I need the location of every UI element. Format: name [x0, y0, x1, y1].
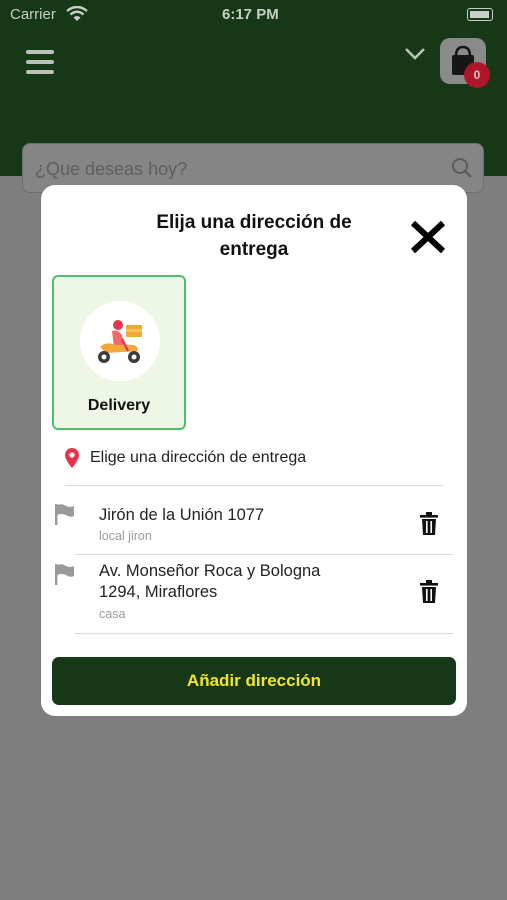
address-line: Av. Monseñor Roca y Bologna 1294, Mirafl… — [99, 562, 321, 601]
modal-title: Elija una dirección de entrega — [156, 212, 352, 260]
hamburger-menu-icon[interactable] — [26, 50, 54, 74]
address-divider — [75, 554, 453, 555]
close-icon[interactable] — [409, 219, 447, 255]
cart-count-badge: 0 — [464, 62, 490, 88]
delivery-option-card[interactable]: Delivery — [52, 275, 186, 430]
delivery-option-label: Delivery — [87, 397, 151, 414]
address-divider — [75, 633, 453, 634]
wifi-icon — [66, 6, 88, 21]
address-row[interactable]: Jirón de la Unión 1077 local jiron — [51, 497, 453, 555]
delivery-scooter-icon — [98, 320, 142, 363]
carrier-label: Carrier — [10, 6, 56, 23]
add-address-button[interactable]: Añadir dirección — [52, 657, 456, 705]
address-note: local jiron — [99, 529, 152, 543]
delivery-icon-circle — [80, 301, 160, 381]
address-line: Jirón de la Unión 1077 — [99, 506, 265, 524]
choose-address-label: Elige una dirección de entrega — [90, 449, 307, 466]
trash-icon[interactable] — [419, 512, 439, 536]
address-note: casa — [99, 607, 126, 621]
trash-icon[interactable] — [419, 580, 439, 604]
flag-icon — [55, 564, 74, 585]
location-pin-icon — [65, 448, 79, 468]
battery-icon — [467, 8, 493, 21]
address-row[interactable]: Av. Monseñor Roca y Bologna 1294, Mirafl… — [51, 557, 453, 634]
flag-icon — [55, 504, 74, 525]
search-icon[interactable] — [451, 157, 473, 179]
status-bar: Carrier 6:17 PM — [0, 0, 507, 30]
chevron-down-icon[interactable] — [404, 46, 426, 62]
clock-time: 6:17 PM — [222, 6, 279, 23]
delivery-address-modal: Elija una dirección de entrega Delivery — [41, 185, 467, 716]
choose-address-header: Elige una dirección de entrega — [65, 447, 443, 486]
